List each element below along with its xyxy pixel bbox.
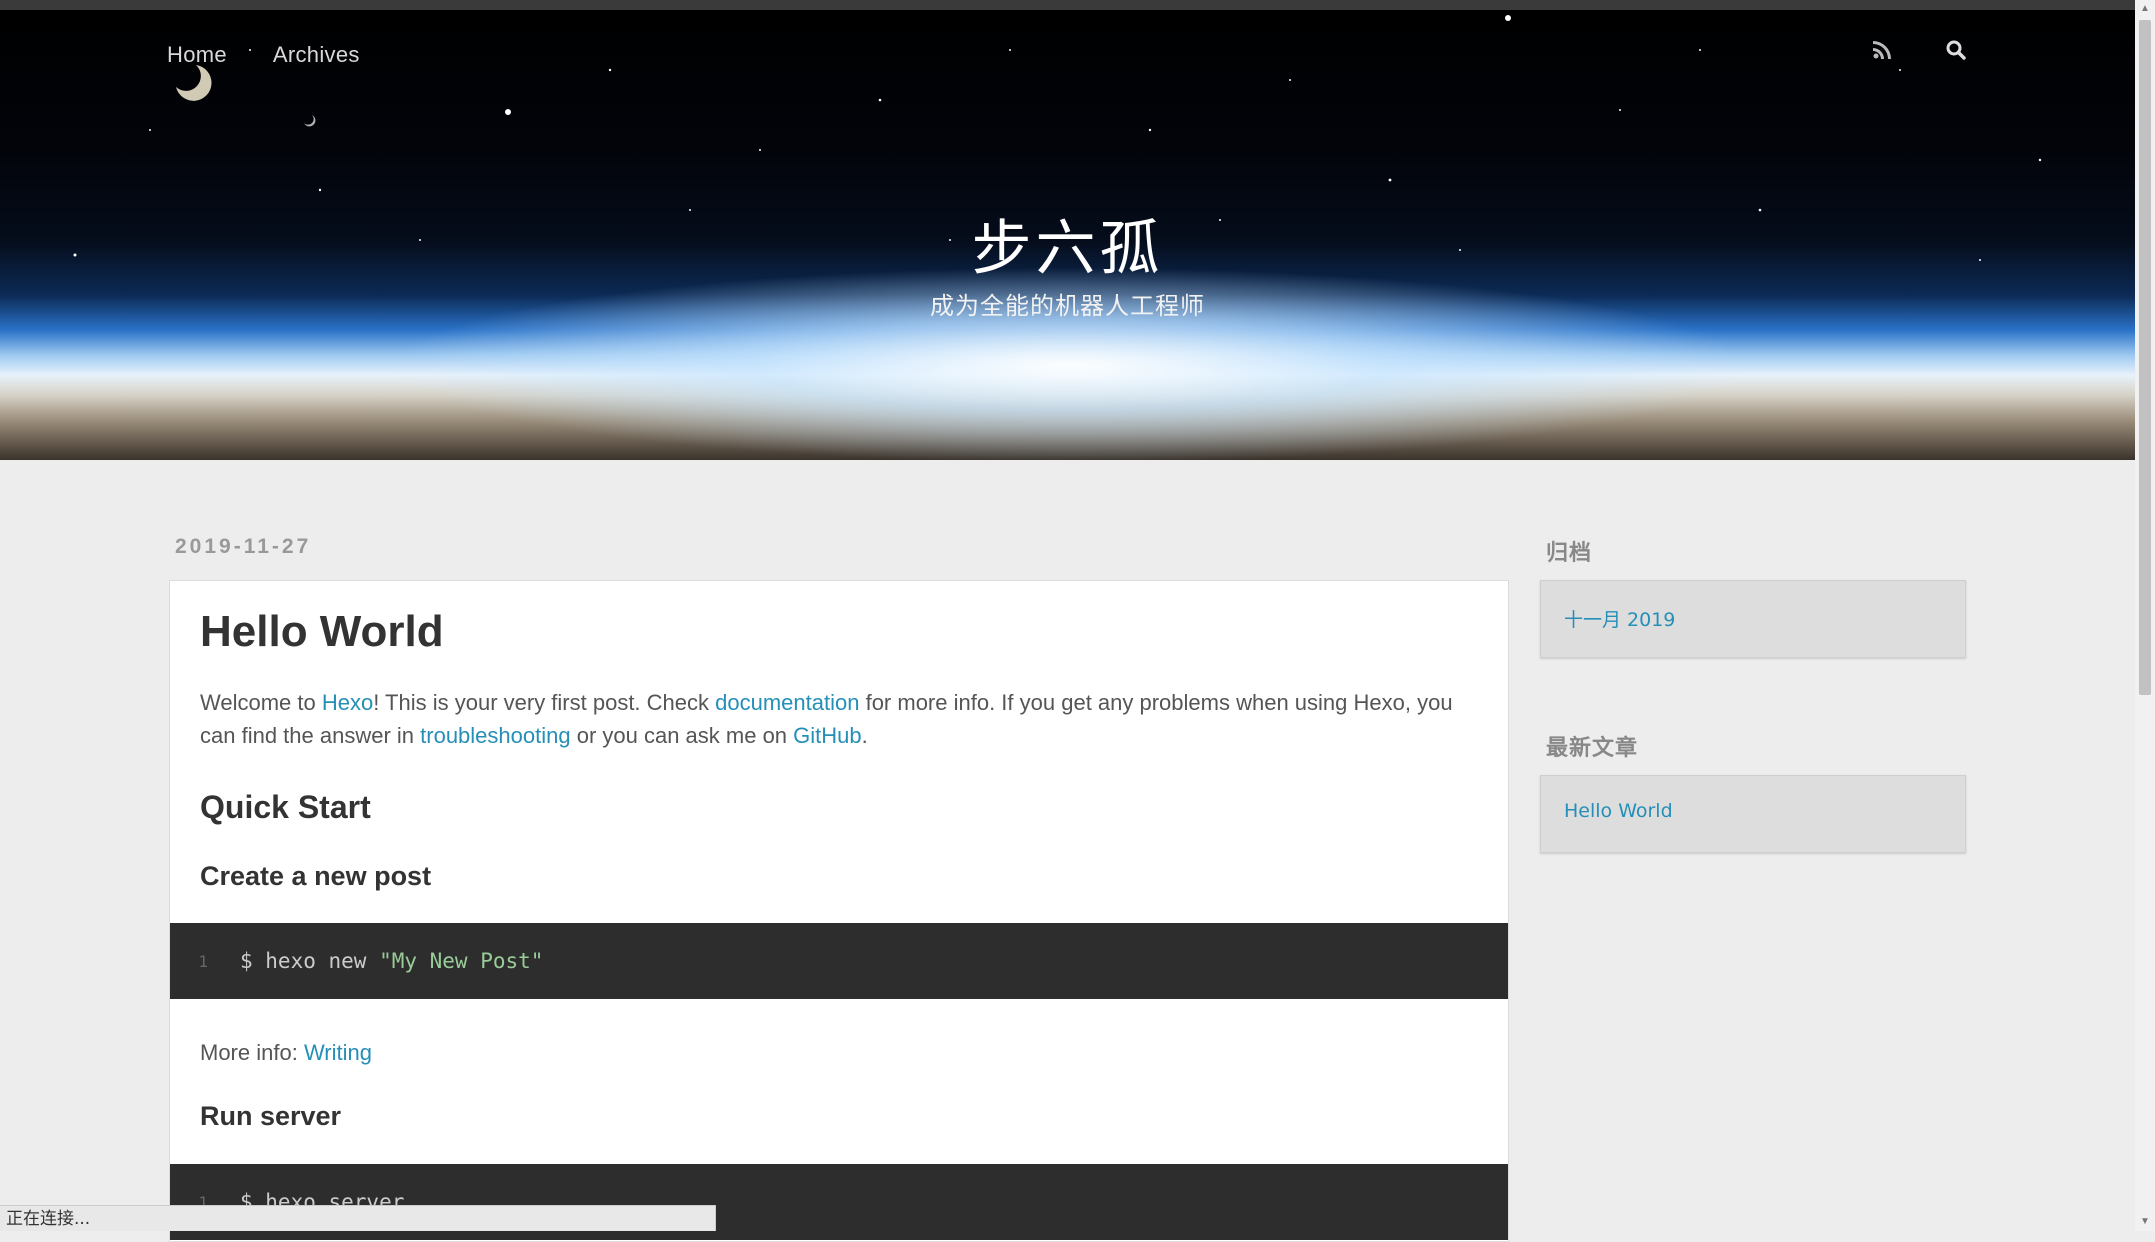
- site-subtitle: 成为全能的机器人工程师: [930, 292, 1205, 320]
- browser-top-strip: [0, 0, 2155, 10]
- header-icon-group: [1868, 36, 1970, 64]
- post-date[interactable]: 2019-11-27: [175, 535, 311, 559]
- browser-status-bar: 正在连接...: [0, 1205, 716, 1231]
- recent-posts-widget-title: 最新文章: [1546, 736, 1639, 761]
- recent-post-link[interactable]: Hello World: [1564, 800, 1673, 822]
- intro-text-5: .: [861, 723, 868, 748]
- archive-month-link[interactable]: 十一月 2019: [1564, 605, 1675, 632]
- code-line-number: 1: [198, 951, 208, 971]
- hexo-link[interactable]: Hexo: [322, 690, 373, 715]
- intro-text-4: or you can ask me on: [570, 723, 794, 748]
- intro-text-1: Welcome to: [200, 690, 322, 715]
- scroll-down-arrow-icon[interactable]: ▼: [2139, 1216, 2151, 1228]
- post-article: Hello World Welcome to Hexo! This is you…: [169, 580, 1509, 1242]
- post-title[interactable]: Hello World: [200, 607, 444, 657]
- more-info-label: More info:: [200, 1040, 304, 1065]
- github-link[interactable]: GitHub: [793, 723, 861, 748]
- code-command: $ hexo new: [240, 949, 380, 973]
- writing-link[interactable]: Writing: [304, 1040, 372, 1065]
- code-block-new-post: 1 $ hexo new "My New Post": [170, 923, 1508, 999]
- nav-home-link[interactable]: Home: [167, 42, 227, 68]
- scrollbar-thumb[interactable]: [2139, 20, 2151, 695]
- recent-posts-widget: Hello World: [1540, 775, 1966, 853]
- run-server-heading: Run server: [200, 1101, 342, 1131]
- page-scrollbar[interactable]: ▲ ▼: [2135, 0, 2155, 1231]
- intro-text-2: ! This is your very first post. Check: [373, 690, 716, 715]
- troubleshooting-link[interactable]: troubleshooting: [420, 723, 570, 748]
- main-nav: Home Archives: [167, 42, 360, 68]
- rss-icon[interactable]: [1868, 36, 1896, 64]
- site-title[interactable]: 步六孤: [0, 200, 2135, 287]
- nav-archives-link[interactable]: Archives: [273, 42, 360, 68]
- archive-widget-title: 归档: [1546, 541, 1593, 566]
- scroll-up-arrow-icon[interactable]: ▲: [2139, 3, 2151, 15]
- more-info-paragraph: More info: Writing: [200, 1036, 1480, 1069]
- quick-start-heading: Quick Start: [200, 789, 371, 825]
- documentation-link[interactable]: documentation: [715, 690, 859, 715]
- post-intro-paragraph: Welcome to Hexo! This is your very first…: [200, 686, 1480, 752]
- site-header: Home Archives 步六孤 成为全能的机器人工程师: [0, 10, 2135, 460]
- search-icon[interactable]: [1942, 36, 1970, 64]
- create-post-heading: Create a new post: [200, 861, 432, 891]
- code-string: "My New Post": [379, 949, 544, 973]
- archive-widget: 十一月 2019: [1540, 580, 1966, 658]
